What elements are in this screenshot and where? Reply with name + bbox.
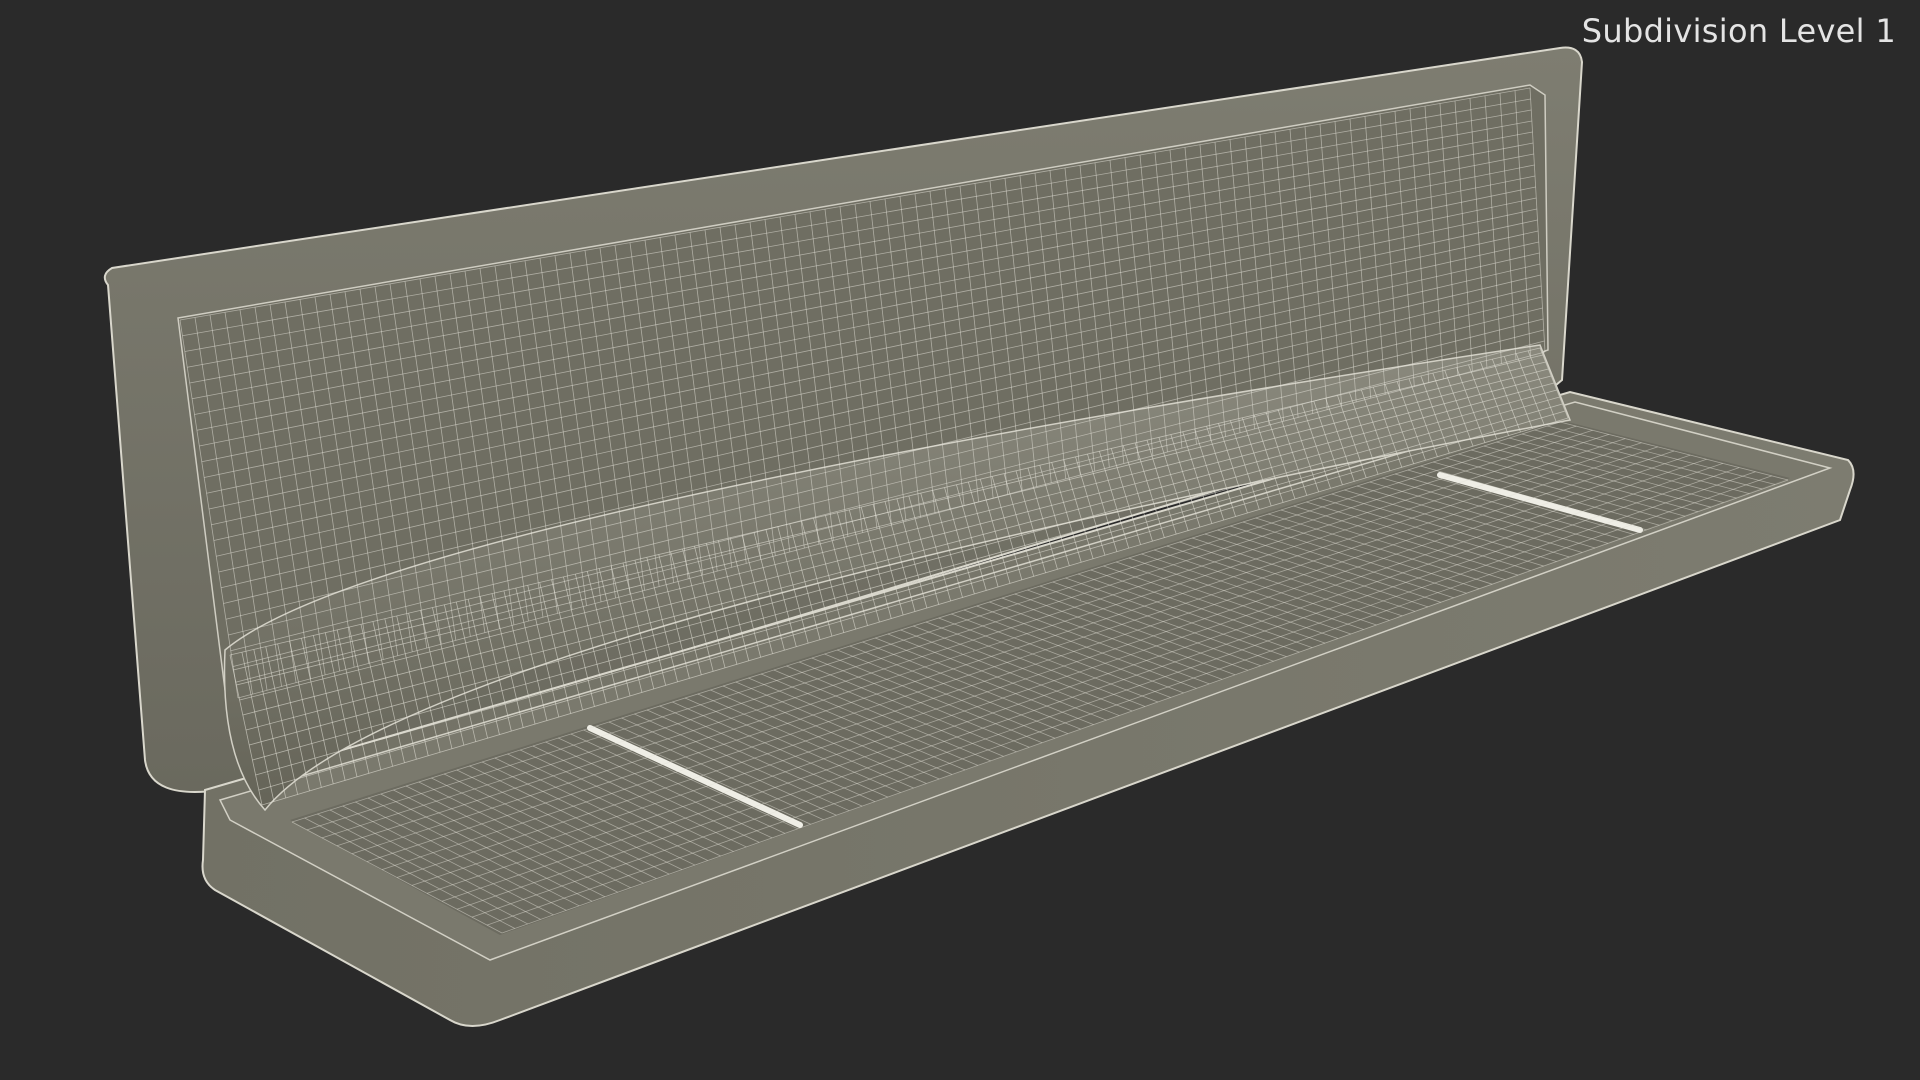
subdivision-level-label: Subdivision Level 1: [1581, 12, 1896, 50]
wireframe-model-image: [103, 46, 1855, 1027]
viewport-render: Subdivision Level 1: [0, 0, 1920, 1080]
